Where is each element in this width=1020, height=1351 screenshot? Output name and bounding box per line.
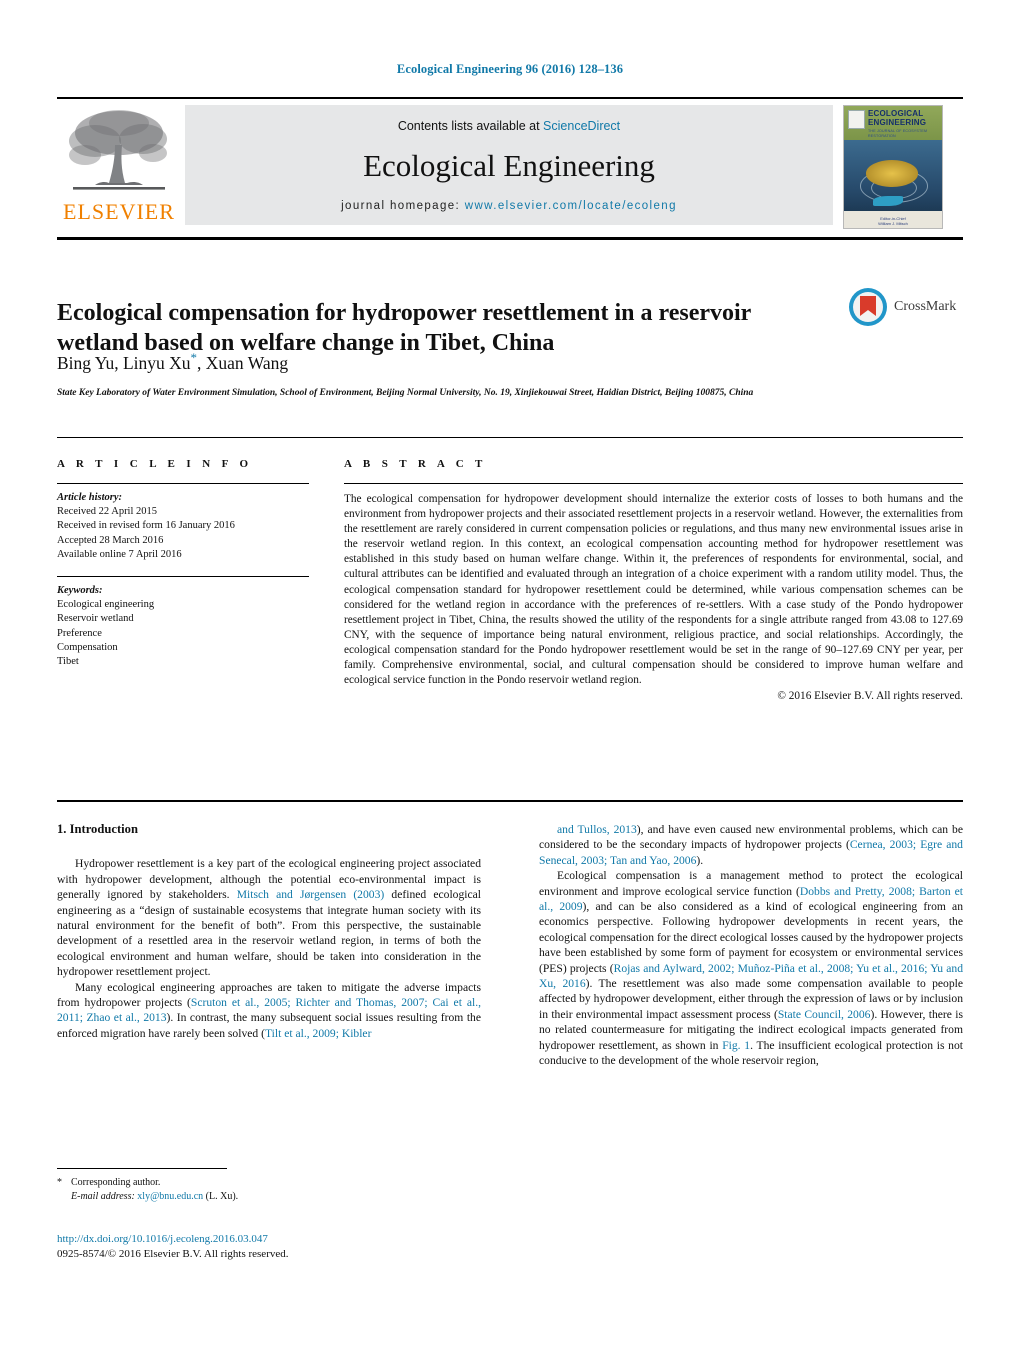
body-paragraph: Hydropower resettlement is a key part of… [57,856,481,979]
abstract-heading: A B S T R A C T [344,458,487,470]
section-heading-introduction: 1. Introduction [57,822,138,836]
contents-prefix: Contents lists available at [397,119,544,133]
elsevier-tree-icon [69,110,167,190]
cover-elsevier-mark [848,110,865,129]
keyword-item: Preference [57,627,102,639]
article-info-column: A R T I C L E I N F O Article history: R… [57,458,309,669]
citation-link[interactable]: Mitsch and Jørgensen (2003) [237,888,385,901]
intro-left-paragraphs: Hydropower resettlement is a key part of… [57,856,481,1041]
crossmark-badge[interactable]: CrossMark [848,287,958,329]
body-column-right: and Tullos, 2013), and have even caused … [539,822,963,1069]
doi-link[interactable]: http://dx.doi.org/10.1016/j.ecoleng.2016… [57,1232,557,1247]
crossmark-icon [849,288,887,326]
email-link[interactable]: xly@bnu.edu.cn [137,1191,203,1202]
intro-right-paragraphs: and Tullos, 2013), and have even caused … [539,822,963,1069]
keywords-label: Keywords: [57,585,103,597]
running-head: Ecological Engineering 96 (2016) 128–136 [396,62,624,76]
citation-link[interactable]: Fig. 1 [722,1039,750,1052]
article-history-item: Available online 7 April 2016 [57,548,182,560]
cover-title-line2: ENGINEERING [868,117,927,127]
body-paragraph: Many ecological engineering approaches a… [57,980,481,1042]
article-history-item: Received in revised form 16 January 2016 [57,520,235,532]
elsevier-logo: ELSEVIER [57,107,181,225]
article-history-item: Received 22 April 2015 [57,506,158,518]
article-info-heading: A R T I C L E I N F O [57,458,253,470]
email-note: E-mail address: xly@bnu.edu.cn (L. Xu). [57,1190,481,1204]
abstract-rule [344,483,963,484]
doi-block: http://dx.doi.org/10.1016/j.ecoleng.2016… [57,1232,557,1262]
homepage-prefix: journal homepage: [341,200,465,212]
keyword-item: Compensation [57,641,118,653]
email-label: E-mail address: [71,1191,135,1202]
crossmark-label: CrossMark [894,299,957,314]
journal-homepage-link[interactable]: www.elsevier.com/locate/ecoleng [465,200,677,212]
corresponding-label: Corresponding author. [71,1177,161,1188]
cover-fish-artwork [873,196,903,207]
author-affiliation: State Key Laboratory of Water Environmen… [57,388,754,398]
corresponding-author-note: * Corresponding author. [57,1176,481,1190]
abstract-bottom-rule [57,800,963,802]
journal-cover-thumbnail: ECOLOGICAL ENGINEERING THE JOURNAL OF EC… [843,105,943,229]
info-top-rule [57,437,963,438]
body-paragraph: Ecological compensation is a management … [539,868,963,1068]
journal-masthead: ELSEVIER Contents lists available at Sci… [57,97,963,229]
paper-page: Ecological Engineering 96 (2016) 128–136… [0,0,1020,1351]
abstract-copyright: © 2016 Elsevier B.V. All rights reserved… [777,690,963,703]
cover-frog-artwork [865,159,919,187]
issn-copyright-line: 0925-8574/© 2016 Elsevier B.V. All right… [57,1248,289,1260]
title-separator-rule [57,237,963,240]
footnote-block: * Corresponding author. E-mail address: x… [57,1176,481,1204]
abstract-column: A B S T R A C T The ecological compensat… [344,458,963,702]
cover-subtitle: THE JOURNAL OF ECOSYSTEM RESTORATION [868,129,928,138]
cover-editor-name: William J. Mitsch [878,221,908,226]
journal-title: Ecological Engineering [363,148,655,183]
citation-link[interactable]: and Tullos, 2013 [557,823,637,836]
abstract-text: The ecological compensation for hydropow… [344,493,963,687]
authors-rest: , Xuan Wang [197,352,289,373]
email-owner: (L. Xu). [205,1191,239,1202]
cover-title-text: ECOLOGICAL ENGINEERING THE JOURNAL OF EC… [868,109,938,138]
contents-available-line: Contents lists available at ScienceDirec… [185,119,833,133]
corresponding-marker: * [57,1177,62,1188]
body-text: defined ecological engineering as a “des… [57,888,482,979]
masthead-top-rule [57,97,963,99]
article-info-rule [57,483,309,484]
citation-link[interactable]: Tilt et al., 2009; Kibler [265,1027,372,1040]
cover-editor-block: Editor-in-Chief William J. Mitsch [844,216,942,226]
author-list: Bing Yu, Linyu Xu*, Xuan Wang [57,350,787,374]
journal-homepage-line: journal homepage: www.elsevier.com/locat… [185,200,833,212]
body-paragraph: and Tullos, 2013), and have even caused … [539,822,963,868]
sciencedirect-link[interactable]: ScienceDirect [543,119,620,133]
keywords-rule [57,576,309,578]
keyword-item: Reservoir wetland [57,613,134,625]
journal-band: Contents lists available at ScienceDirec… [185,105,833,225]
article-history-label: Article history: [57,492,123,503]
body-text: ). [696,853,704,867]
keyword-item: Tibet [57,656,79,668]
authors-first: Bing Yu, Linyu Xu [57,352,191,373]
article-history-item: Accepted 28 March 2016 [57,534,164,546]
footnote-rule [57,1168,227,1169]
body-column-left: 1. Introduction Hydropower resettlement … [57,822,481,1041]
keyword-item: Ecological engineering [57,599,155,611]
citation-link[interactable]: State Council, 2006 [778,1008,871,1021]
elsevier-wordmark: ELSEVIER [63,199,175,224]
